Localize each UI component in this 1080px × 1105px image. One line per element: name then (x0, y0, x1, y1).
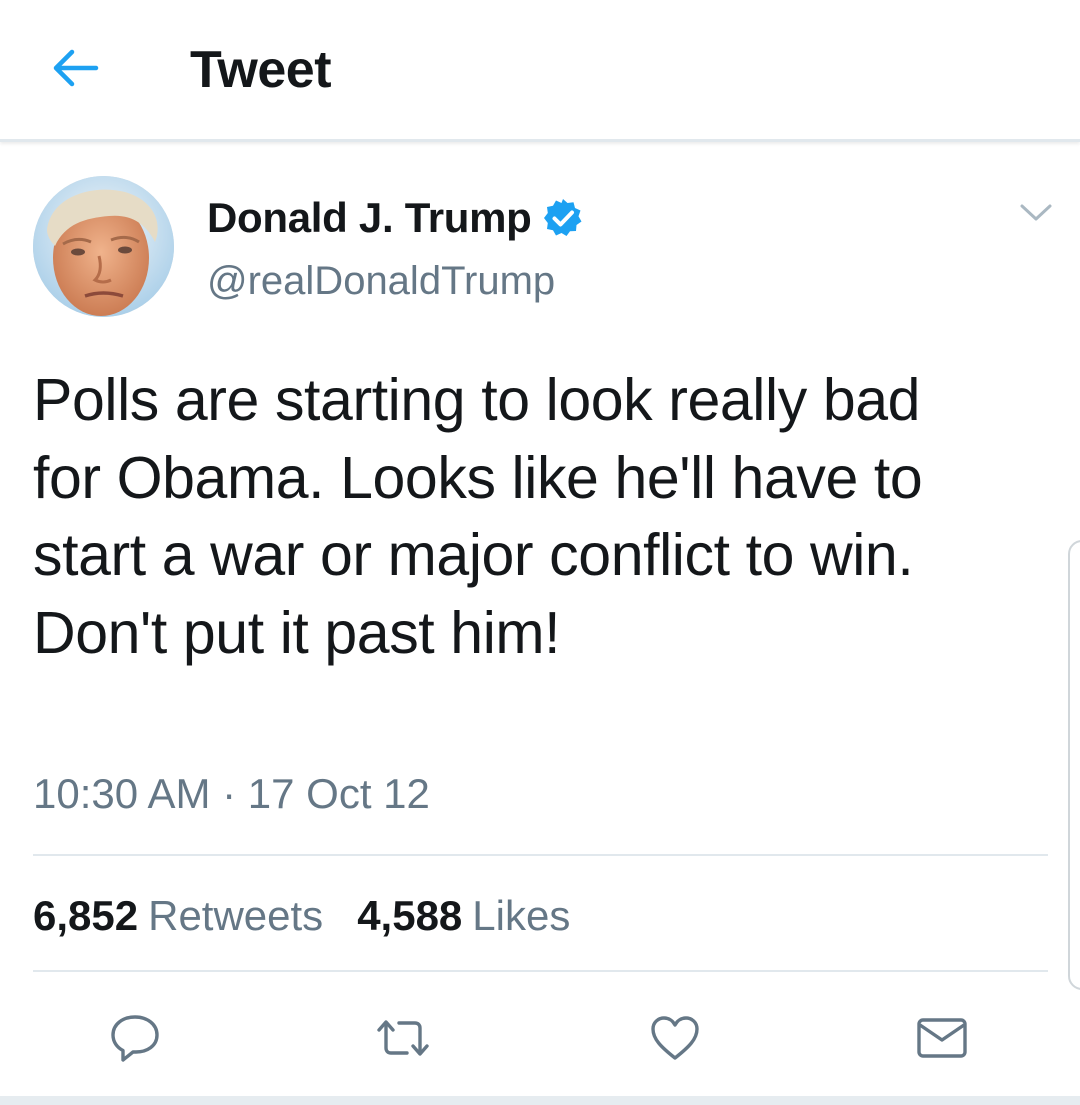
likes-label: Likes (472, 892, 571, 939)
likes-stat[interactable]: 4,588 Likes (357, 892, 570, 940)
tweet-stats: 6,852 Retweets 4,588 Likes (33, 888, 570, 944)
bottom-edge (0, 1096, 1080, 1105)
retweets-stat[interactable]: 6,852 Retweets (33, 892, 323, 940)
like-button[interactable] (645, 1010, 705, 1070)
retweet-icon (373, 1016, 433, 1065)
divider (33, 854, 1048, 856)
heart-icon (649, 1014, 701, 1067)
page-title: Tweet (190, 41, 332, 99)
divider (33, 970, 1048, 972)
user-handle[interactable]: @realDonaldTrump (207, 255, 555, 307)
display-name[interactable]: Donald J. Trump (207, 194, 532, 242)
tweet-timestamp[interactable]: 10:30 AM · 17 Oct 12 (33, 766, 430, 822)
author-name-row[interactable]: Donald J. Trump (207, 192, 584, 244)
tweet-text: Polls are starting to look really bad fo… (33, 367, 923, 666)
envelope-icon (915, 1015, 969, 1066)
retweets-count: 6,852 (33, 892, 139, 939)
reply-button[interactable] (105, 1010, 165, 1070)
back-button[interactable] (42, 42, 108, 98)
tweet-options-button[interactable] (1016, 198, 1056, 232)
verified-badge-icon (542, 197, 584, 239)
retweets-label: Retweets (148, 892, 324, 939)
top-app-bar: Tweet (0, 0, 1080, 142)
likes-count: 4,588 (357, 892, 463, 939)
direct-message-button[interactable] (912, 1010, 972, 1070)
arrow-left-icon (50, 48, 100, 93)
avatar-photo-icon (33, 176, 174, 317)
chevron-down-icon (1019, 202, 1053, 229)
retweet-button[interactable] (373, 1010, 433, 1070)
avatar[interactable] (33, 176, 174, 317)
side-panel-edge[interactable] (1068, 540, 1080, 990)
speech-bubble-icon (109, 1013, 161, 1068)
